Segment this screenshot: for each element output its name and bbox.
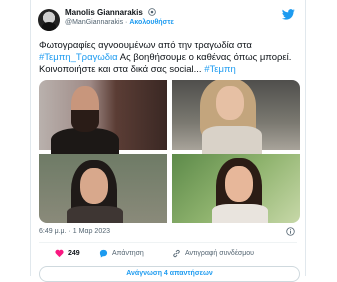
verified-icon: [148, 8, 156, 16]
reply-label: Απάντηση: [112, 250, 144, 257]
author-name-row[interactable]: Manolis Giannarakis: [65, 8, 156, 17]
tweet-time: 6:49 μ.μ.: [39, 228, 67, 235]
copy-link-button[interactable]: Αντιγραφή συνδέσμου: [172, 249, 254, 258]
hashtag-tempi-tragodia[interactable]: #Τεμπη_Τραγωδια: [39, 52, 118, 63]
photo-2[interactable]: [172, 80, 300, 156]
like-button[interactable]: 249: [55, 249, 80, 258]
heart-icon: [55, 249, 64, 258]
author-name[interactable]: Manolis Giannarakis: [65, 8, 143, 17]
copy-link-label: Αντιγραφή συνδέσμου: [185, 250, 255, 257]
divider: [39, 242, 297, 243]
author-handle[interactable]: @ManGiannarakis: [65, 19, 123, 26]
avatar[interactable]: [38, 9, 60, 31]
tweet-text-part1: Φωτογραφίες αγνοουμένων από την τραγωδία…: [39, 40, 252, 51]
follow-button[interactable]: Ακολουθήστε: [129, 19, 173, 26]
handle-separator: ·: [125, 19, 128, 26]
like-count: 249: [68, 250, 80, 257]
link-icon: [173, 249, 180, 258]
photo-grid: [39, 80, 300, 223]
photo-1[interactable]: [39, 80, 167, 158]
read-replies-button[interactable]: Ανάγνωση 4 απαντήσεων: [39, 266, 300, 282]
tweet-card: Manolis Giannarakis @ManGiannarakis · Ακ…: [30, 0, 306, 282]
hashtag-tempi[interactable]: #Τεμπη: [204, 64, 236, 75]
tweet-text: Φωτογραφίες αγνοουμένων από την τραγωδία…: [39, 40, 301, 76]
tweet-timestamp[interactable]: 6:49 μ.μ. · 1 Μαρ 2023: [39, 228, 110, 235]
meta-separator: ·: [68, 228, 71, 235]
author-handle-row: @ManGiannarakis · Ακολουθήστε: [65, 19, 174, 26]
twitter-bird-icon[interactable]: [282, 9, 295, 20]
reply-bubble-icon: [99, 249, 108, 258]
tweet-date: 1 Μαρ 2023: [72, 228, 110, 235]
info-icon[interactable]: [286, 227, 295, 236]
photo-4[interactable]: [172, 154, 300, 223]
reply-button[interactable]: Απάντηση: [99, 249, 144, 258]
photo-3[interactable]: [39, 154, 167, 223]
